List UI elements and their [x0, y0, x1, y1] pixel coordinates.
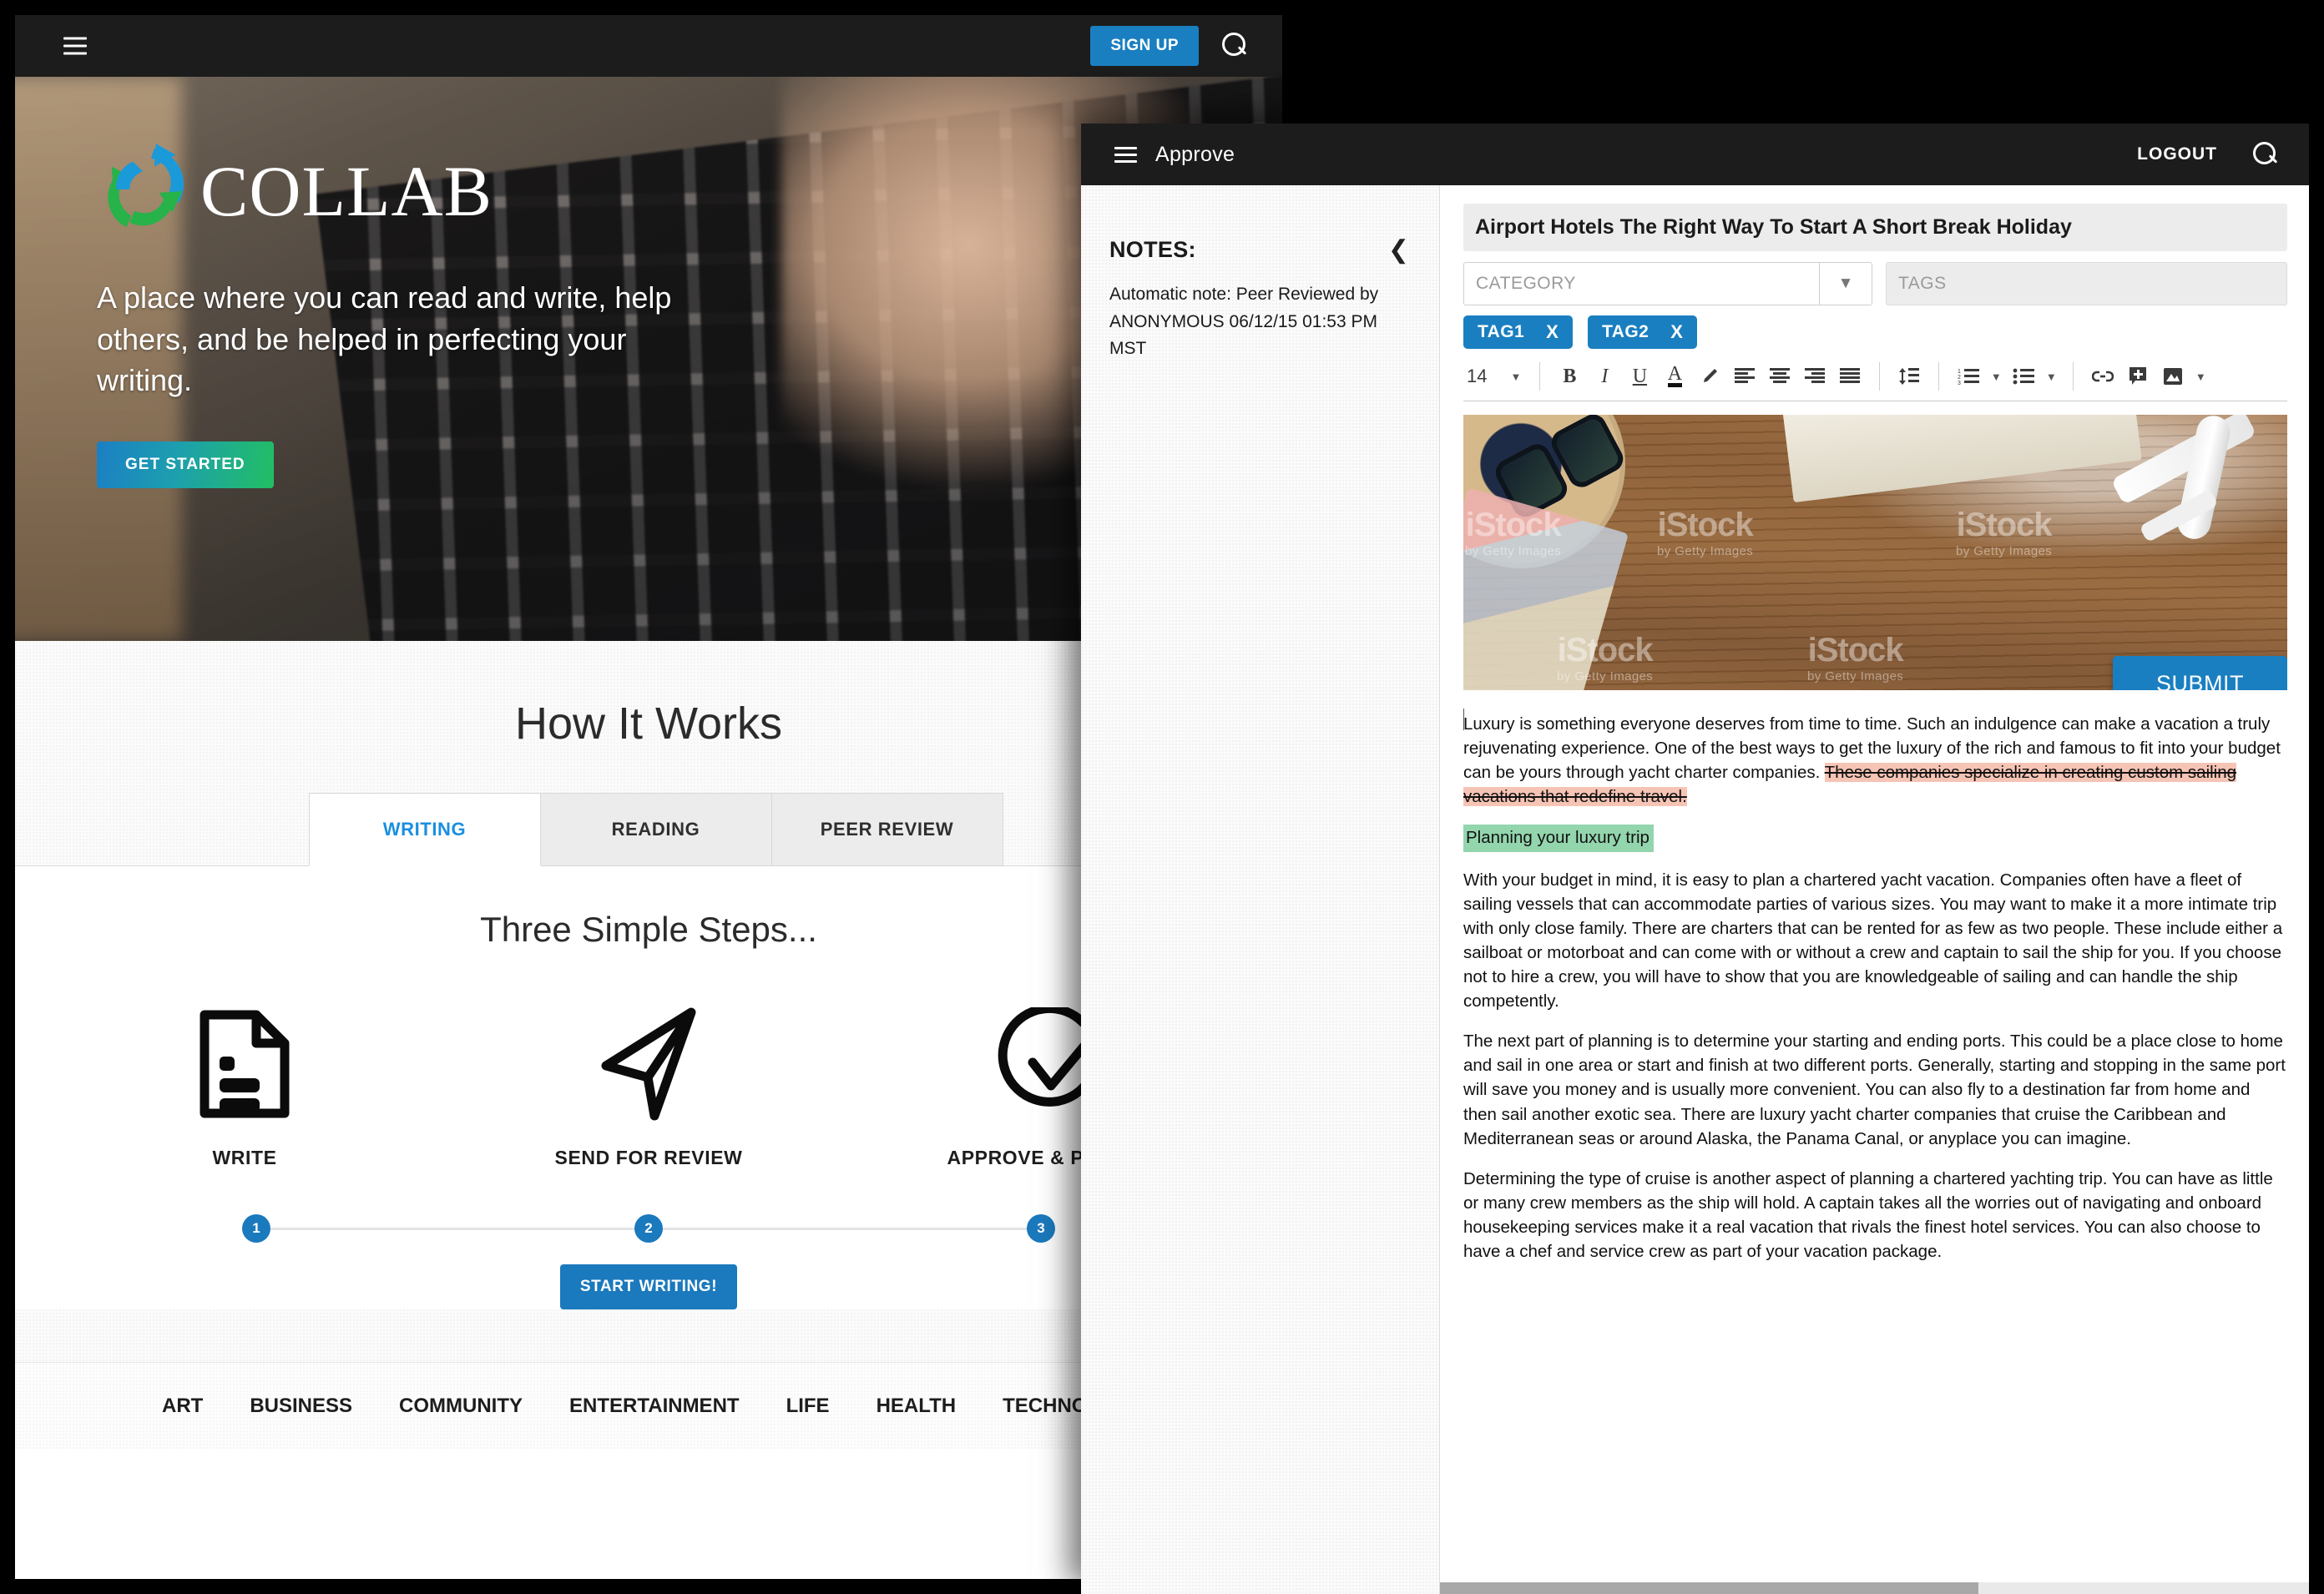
sign-up-button[interactable]: SIGN UP	[1090, 26, 1199, 66]
progress-bar-segment	[270, 1227, 634, 1230]
category-select-value: CATEGORY	[1464, 263, 1820, 305]
toolbar-divider	[1539, 362, 1541, 391]
tab-reading[interactable]: READING	[539, 793, 772, 866]
get-started-button[interactable]: GET STARTED	[97, 441, 274, 489]
footer-link-business[interactable]: BUSINESS	[250, 1395, 352, 1418]
collab-logo-text: COLLAB	[200, 151, 493, 231]
text-color-icon[interactable]: A	[1657, 361, 1692, 392]
italic-icon[interactable]: I	[1587, 361, 1622, 392]
tag-chip-2[interactable]: TAG2 X	[1588, 315, 1698, 349]
image-toy-airplane	[2089, 415, 2264, 557]
article-editor: CATEGORY ▼ TAGS TAG1 X TAG2 X 14 ▼	[1440, 185, 2309, 1594]
insert-icon[interactable]	[2120, 361, 2155, 392]
article-paragraph-1: Luxury is something everyone deserves fr…	[1463, 712, 2287, 809]
step-dot-2[interactable]: 2	[634, 1214, 663, 1243]
footer-link-art[interactable]: ART	[162, 1395, 203, 1418]
svg-text:3: 3	[1958, 381, 1961, 386]
chevron-down-icon: ▼	[1510, 370, 1522, 383]
link-icon[interactable]	[2085, 361, 2120, 392]
collab-top-navbar: SIGN UP	[15, 15, 1282, 77]
tags-input[interactable]: TAGS	[1886, 262, 2287, 305]
article-paragraph-4: Determining the type of cruise is anothe…	[1463, 1168, 2273, 1262]
chevron-down-icon[interactable]: ▼	[2190, 361, 2210, 392]
hero-tagline: A place where you can read and write, he…	[97, 280, 672, 398]
toolbar-divider	[2073, 362, 2074, 391]
footer-link-health[interactable]: HEALTH	[877, 1395, 957, 1418]
search-icon[interactable]	[1220, 32, 1249, 60]
article-title-input[interactable]	[1463, 204, 2287, 251]
tag-chip-label: TAG1	[1478, 322, 1525, 341]
collab-logo-icon	[108, 143, 184, 228]
font-size-value: 14	[1467, 366, 1488, 386]
toolbar-divider	[1879, 362, 1881, 391]
logout-button[interactable]: LOGOUT	[2137, 144, 2217, 164]
footer-link-entertainment[interactable]: ENTERTAINMENT	[569, 1395, 740, 1418]
chevron-left-icon[interactable]: ❮	[1388, 237, 1409, 263]
svg-text:1: 1	[1958, 369, 1961, 375]
step-write: WRITE	[119, 1001, 370, 1169]
align-right-icon[interactable]	[1797, 361, 1832, 392]
tag-chip-list: TAG1 X TAG2 X	[1463, 315, 2287, 349]
progress-bar-segment	[663, 1227, 1027, 1230]
footer-link-life[interactable]: LIFE	[786, 1395, 830, 1418]
chevron-down-icon[interactable]: ▼	[1986, 361, 2006, 392]
align-justify-icon[interactable]	[1832, 361, 1867, 392]
highlighted-heading-text: Planning your luxury trip	[1463, 825, 1654, 852]
tab-writing[interactable]: WRITING	[308, 793, 541, 866]
align-left-icon[interactable]	[1727, 361, 1762, 392]
line-height-icon[interactable]	[1892, 361, 1927, 392]
svg-text:2: 2	[1958, 375, 1961, 381]
category-select[interactable]: CATEGORY ▼	[1463, 262, 1872, 305]
step-dot-3[interactable]: 3	[1027, 1214, 1055, 1243]
horizontal-scrollbar[interactable]	[1440, 1582, 2309, 1594]
step-label: WRITE	[212, 1147, 277, 1168]
toolbar-divider	[1938, 362, 1940, 391]
tag-chip-1[interactable]: TAG1 X	[1463, 315, 1574, 349]
article-body[interactable]: Luxury is something everyone deserves fr…	[1463, 709, 2287, 1264]
chevron-down-icon: ▼	[1837, 275, 1854, 292]
text-caret	[1463, 709, 1464, 730]
collab-logo: COLLAB	[97, 142, 1282, 240]
footer-link-community[interactable]: COMMUNITY	[399, 1395, 523, 1418]
align-center-icon[interactable]	[1762, 361, 1797, 392]
bold-icon[interactable]: B	[1552, 361, 1587, 392]
tab-peer-review[interactable]: PEER REVIEW	[770, 793, 1003, 866]
article-subheading: Planning your luxury trip	[1463, 825, 2287, 852]
step-send-for-review: SEND FOR REVIEW	[523, 1001, 774, 1169]
start-writing-button[interactable]: START WRITING!	[559, 1264, 738, 1309]
editor-toolbar: 14 ▼ B I U A 1 2 3 ▼ ▼ ▼	[1463, 361, 2287, 401]
numbered-list-icon[interactable]: 1 2 3	[1951, 361, 1986, 392]
tag-chip-label: TAG2	[1602, 322, 1650, 341]
hamburger-icon[interactable]	[63, 37, 87, 55]
step-dot-1[interactable]: 1	[242, 1214, 270, 1243]
submit-button[interactable]: SUBMIT	[2112, 656, 2287, 690]
underline-icon[interactable]: U	[1622, 361, 1657, 392]
close-icon[interactable]: X	[1546, 321, 1559, 343]
step-label: SEND FOR REVIEW	[554, 1147, 743, 1168]
document-icon	[119, 1001, 370, 1127]
close-icon[interactable]: X	[1670, 321, 1683, 343]
search-icon[interactable]	[2252, 141, 2279, 168]
highlighter-icon[interactable]	[1692, 361, 1727, 392]
article-paragraph-3: The next part of planning is to determin…	[1463, 1032, 2286, 1148]
paper-plane-icon	[523, 1001, 774, 1127]
bulleted-list-icon[interactable]	[2006, 361, 2041, 392]
article-paragraph-2: With your budget in mind, it is easy to …	[1463, 870, 2283, 1011]
chevron-down-icon[interactable]: ▼	[2041, 361, 2061, 392]
article-featured-image[interactable]: iStock by Getty Images iStock by Getty I…	[1463, 415, 2287, 690]
image-icon[interactable]	[2155, 361, 2190, 392]
font-size-select[interactable]: 14 ▼	[1463, 366, 1528, 387]
